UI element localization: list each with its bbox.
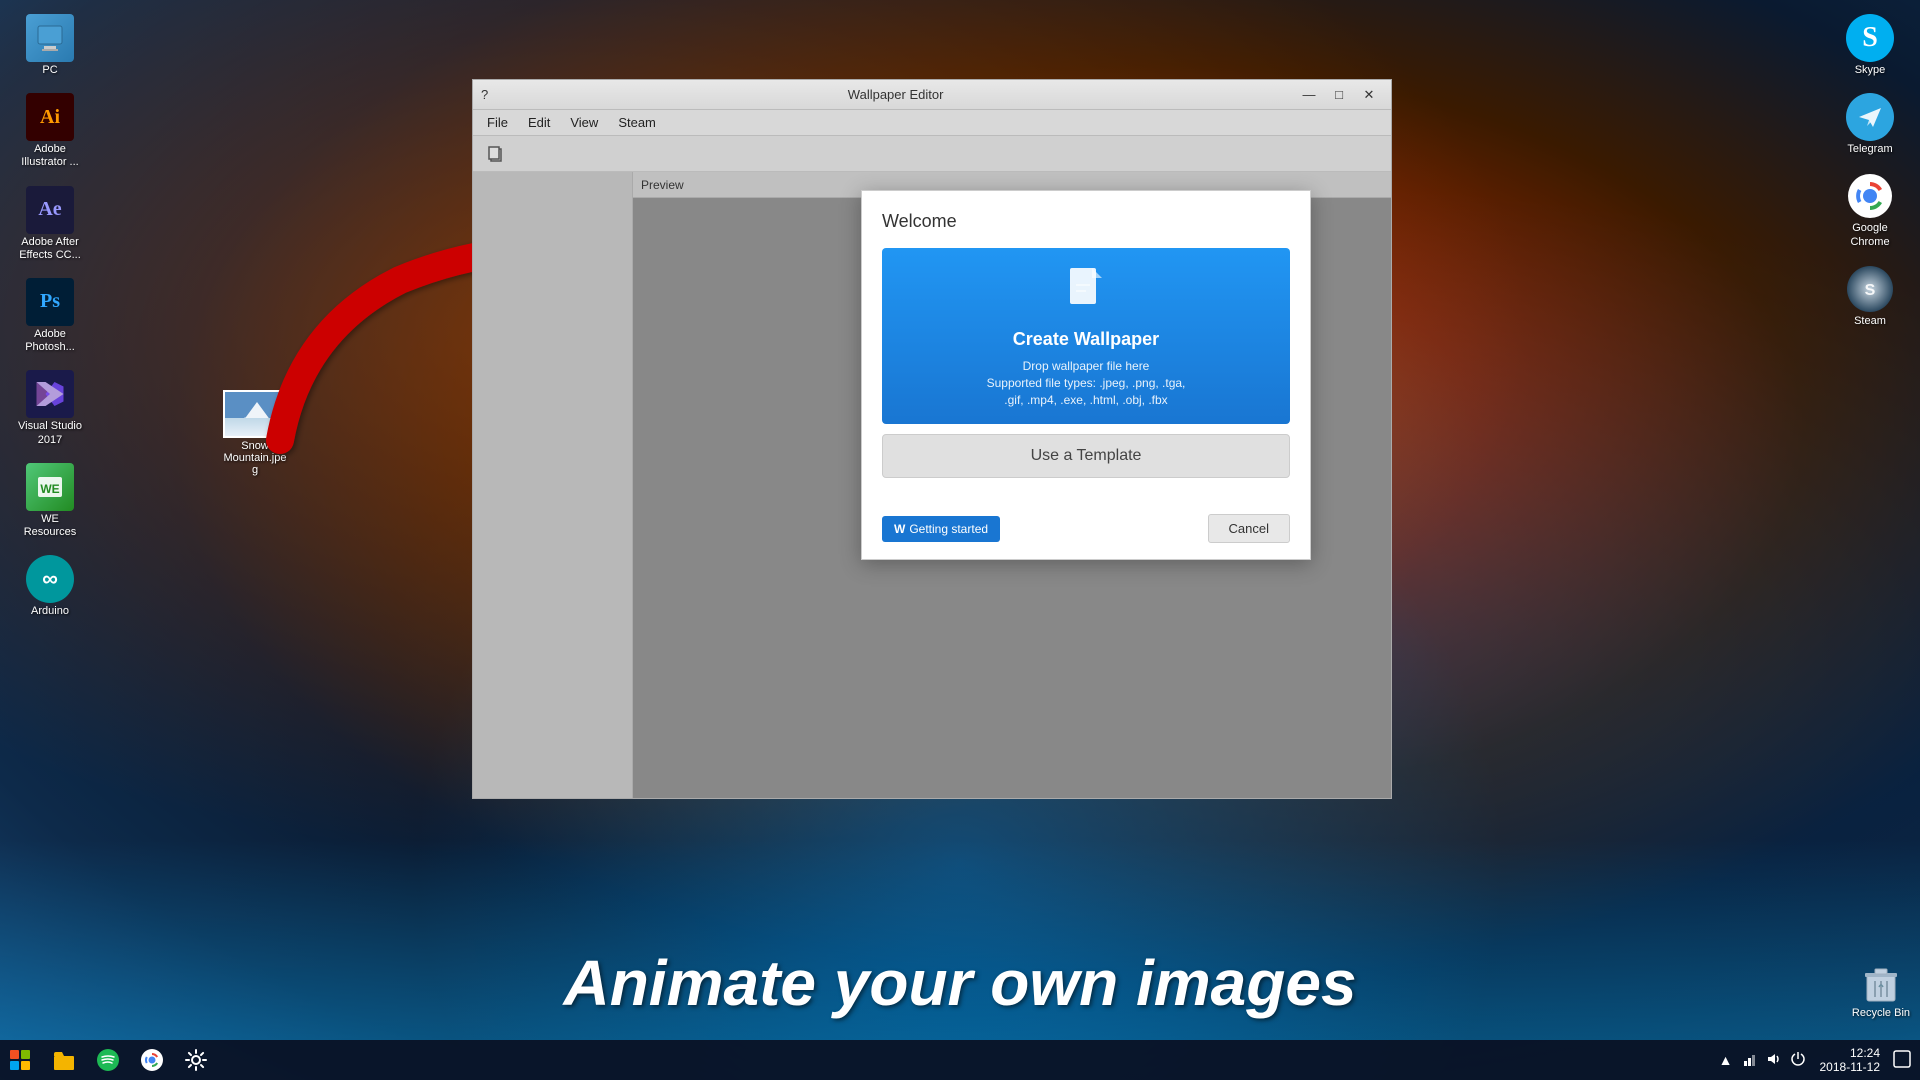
- snow-mountain-label: SnowMountain.jpeg: [224, 440, 287, 476]
- we-menu-view[interactable]: View: [560, 113, 608, 132]
- desktop-icon-arduino[interactable]: ∞ Arduino: [10, 551, 90, 622]
- tray-volume-icon[interactable]: [1764, 1051, 1784, 1070]
- ai-icon-label: Adobe Illustrator ...: [14, 143, 86, 169]
- desktop-icon-steam[interactable]: S Steam: [1830, 261, 1910, 332]
- taskbar-file-explorer[interactable]: [44, 1040, 84, 1080]
- we-maximize-btn[interactable]: □: [1325, 85, 1353, 105]
- we-minimize-btn[interactable]: ―: [1295, 85, 1323, 105]
- taskbar-settings[interactable]: [176, 1040, 216, 1080]
- clock-time: 12:24: [1820, 1046, 1881, 1060]
- taskbar-start-button[interactable]: [0, 1040, 40, 1080]
- we-toolbar: [473, 136, 1391, 172]
- steam-icon-label: Steam: [1854, 315, 1886, 328]
- svg-text:S: S: [1865, 282, 1876, 299]
- we-menubar: File Edit View Steam: [473, 110, 1391, 136]
- we-main-area: Preview Welcome: [633, 172, 1391, 798]
- we-menu-file[interactable]: File: [477, 113, 518, 132]
- tray-network-icon[interactable]: [1740, 1051, 1760, 1070]
- create-wallpaper-label: Create Wallpaper: [1013, 329, 1159, 350]
- taskbar-clock[interactable]: 12:24 2018-11-12: [1812, 1046, 1889, 1074]
- telegram-icon-label: Telegram: [1847, 143, 1892, 156]
- taskbar-chrome[interactable]: [132, 1040, 172, 1080]
- svg-text:WE: WE: [40, 482, 59, 496]
- ae-icon-label: Adobe After Effects CC...: [14, 236, 86, 262]
- desktop-icon-pc[interactable]: PC: [10, 10, 90, 81]
- arduino-icon: ∞: [26, 555, 74, 603]
- wallpaper-editor-window: ? Wallpaper Editor ― □ ✕ File Edit View …: [472, 79, 1392, 799]
- we-toolbar-copy-btn[interactable]: [481, 140, 511, 168]
- tray-notification-icon[interactable]: [1892, 1050, 1912, 1071]
- chrome-icon: [1846, 172, 1894, 220]
- taskbar-spotify[interactable]: [88, 1040, 128, 1080]
- vs-icon-label: Visual Studio 2017: [14, 420, 86, 446]
- desktop-icon-skype[interactable]: S Skype: [1830, 10, 1910, 81]
- ai-icon: Ai: [26, 93, 74, 141]
- we-title-controls: ― □ ✕: [1295, 85, 1383, 105]
- use-template-label: Use a Template: [1031, 447, 1142, 464]
- we-close-btn[interactable]: ✕: [1355, 85, 1383, 105]
- telegram-icon: [1846, 93, 1894, 141]
- cancel-label: Cancel: [1229, 521, 1269, 536]
- desktop-icon-chrome[interactable]: Google Chrome: [1830, 168, 1910, 252]
- welcome-dialog: Welcome Create Wallpaper: [861, 190, 1311, 560]
- ae-icon: Ae: [26, 186, 74, 234]
- windows-logo-icon: [10, 1050, 30, 1070]
- taskbar-pinned-items: [44, 1040, 216, 1080]
- ps-icon: Ps: [26, 278, 74, 326]
- desktop-icon-vs[interactable]: Visual Studio 2017: [10, 366, 90, 450]
- we-icon-label: WE Resources: [14, 513, 86, 539]
- skype-icon-label: Skype: [1855, 64, 1886, 77]
- use-template-button[interactable]: Use a Template: [882, 434, 1290, 478]
- desktop-icon-we[interactable]: WE WE Resources: [10, 459, 90, 543]
- taskbar-right: ▲ 12:24 2018-11-12: [1716, 1046, 1920, 1074]
- desktop-icon-ps[interactable]: Ps Adobe Photosh...: [10, 274, 90, 358]
- skype-icon: S: [1846, 14, 1894, 62]
- we-icon: WE: [26, 463, 74, 511]
- getting-started-label: Getting started: [909, 522, 988, 536]
- ps-icon-label: Adobe Photosh...: [14, 328, 86, 354]
- we-sidebar: [473, 172, 633, 798]
- create-drop-text: Drop wallpaper file hereSupported file t…: [987, 358, 1186, 408]
- desktop-icons-left: PC Ai Adobe Illustrator ... Ae Adobe Aft…: [10, 10, 90, 622]
- we-window-title: Wallpaper Editor: [496, 87, 1295, 102]
- arduino-icon-label: Arduino: [31, 605, 69, 618]
- taskbar: ▲ 12:24 2018-11-12: [0, 1040, 1920, 1080]
- tray-power-icon[interactable]: [1788, 1051, 1808, 1070]
- dialog-title: Welcome: [882, 211, 1290, 232]
- clock-date: 2018-11-12: [1820, 1060, 1881, 1074]
- cancel-button[interactable]: Cancel: [1208, 514, 1290, 543]
- getting-started-button[interactable]: W Getting started: [882, 516, 1000, 542]
- tray-up-arrow[interactable]: ▲: [1716, 1052, 1736, 1068]
- chrome-icon-label: Google Chrome: [1834, 222, 1906, 248]
- steam-desktop-icon: S: [1846, 265, 1894, 313]
- pc-icon: [26, 14, 74, 62]
- create-wallpaper-button[interactable]: Create Wallpaper Drop wallpaper file her…: [882, 248, 1290, 424]
- bottom-overlay-text: Animate your own images: [0, 946, 1920, 1020]
- we-preview-label: Preview: [641, 178, 684, 192]
- vs-icon: [26, 370, 74, 418]
- snow-mountain-thumbnail: [223, 390, 287, 438]
- we-content: Preview Welcome: [473, 172, 1391, 798]
- dialog-footer: W Getting started Cancel: [862, 506, 1310, 559]
- desktop-icon-telegram[interactable]: Telegram: [1830, 89, 1910, 160]
- desktop: PC Ai Adobe Illustrator ... Ae Adobe Aft…: [0, 0, 1920, 1080]
- getting-started-w-icon: W: [894, 522, 905, 536]
- we-titlebar: ? Wallpaper Editor ― □ ✕: [473, 80, 1391, 110]
- we-menu-steam[interactable]: Steam: [608, 113, 666, 132]
- we-help-btn[interactable]: ?: [481, 87, 488, 102]
- snow-mountain-file[interactable]: SnowMountain.jpeg: [215, 390, 295, 476]
- system-tray: ▲: [1716, 1051, 1808, 1070]
- desktop-icon-ai[interactable]: Ai Adobe Illustrator ...: [10, 89, 90, 173]
- pc-icon-label: PC: [42, 64, 57, 77]
- dialog-content: Welcome Create Wallpaper: [862, 191, 1310, 506]
- desktop-icons-right: S Skype Telegram: [1830, 10, 1910, 332]
- create-wallpaper-icon: [1066, 264, 1106, 321]
- we-menu-edit[interactable]: Edit: [518, 113, 560, 132]
- desktop-icon-ae[interactable]: Ae Adobe After Effects CC...: [10, 182, 90, 266]
